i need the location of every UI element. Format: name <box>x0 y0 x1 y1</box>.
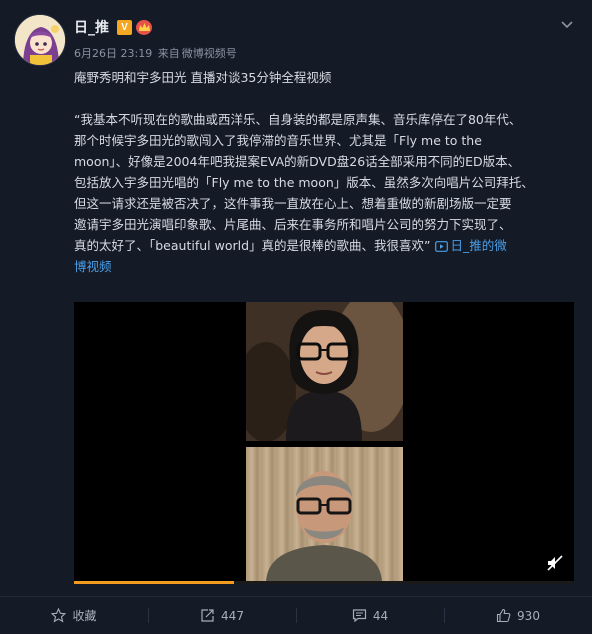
post-source[interactable]: 微博视频号 <box>182 47 237 60</box>
post-headline: 庵野秀明和宇多田光 直播对谈35分钟全程视频 <box>74 70 332 85</box>
verified-v-icon: V <box>117 19 132 35</box>
weibo-post: 日_推 V 6月26日 23:19 来自 微博视频号 庵野秀明和宇多田光 直播对谈… <box>0 0 592 634</box>
video-frame-top <box>246 302 403 441</box>
share-icon <box>201 609 214 622</box>
video-link-label[interactable]: 日_推的微 <box>451 238 507 253</box>
comment-button[interactable]: 44 <box>296 597 444 634</box>
like-button[interactable]: 930 <box>444 597 592 634</box>
comment-count: 44 <box>372 608 389 623</box>
video-link-label-continued[interactable]: 博视频 <box>74 259 112 274</box>
favorite-label: 收藏 <box>72 609 97 623</box>
quote-line-last: 真的太好了、「beautiful world」真的是很棒的歌曲、我很喜欢” 日_推… <box>74 235 574 256</box>
member-crown-icon <box>136 19 152 35</box>
video-frame-bottom <box>246 447 403 584</box>
like-count: 930 <box>517 608 540 623</box>
author-name[interactable]: 日_推 <box>74 17 109 37</box>
woman-with-glasses-image <box>246 302 403 441</box>
video-player[interactable] <box>74 302 574 584</box>
author-avatar[interactable] <box>14 14 66 66</box>
comment-icon <box>352 609 366 623</box>
thumbs-up-icon <box>496 608 511 623</box>
quote-line: “我基本不听现在的歌曲或西洋乐、自身装的都是原声集、音乐库停在了80年代、 <box>74 112 522 127</box>
quote-line: 但这一请求还是被否决了，这件事我一直放在心上、想着重做的新剧场版一定要 <box>74 196 512 211</box>
video-link-icon <box>434 241 448 252</box>
favorite-button[interactable]: 收藏 <box>0 597 148 634</box>
mute-icon[interactable] <box>546 554 564 572</box>
quote-line: moon」、好像是2004年吧我提案EVA的新DVD盘26话全部采用不同的ED版… <box>74 154 521 169</box>
quote-line-text: 真的太好了、「beautiful world」真的是很棒的歌曲、我很喜欢” <box>74 238 431 253</box>
man-with-glasses-image <box>266 471 382 584</box>
post-content: 庵野秀明和宇多田光 直播对谈35分钟全程视频 “我基本不听现在的歌曲或西洋乐、自… <box>74 67 574 277</box>
post-date[interactable]: 6月26日 23:19 <box>74 47 152 60</box>
quote-line: 那个时候宇多田光的歌闯入了我停滞的音乐世界、尤其是「Fly me to the <box>74 133 482 148</box>
star-icon <box>51 608 67 623</box>
quote-line: 邀请宇多田光演唱印象歌、片尾曲、后来在事务所和唱片公司的努力下实现了、 <box>74 217 512 232</box>
repost-count: 447 <box>221 608 244 623</box>
anime-girl-avatar-icon <box>15 15 65 65</box>
video-source-link[interactable]: 日_推的微 <box>431 238 507 253</box>
repost-button[interactable]: 447 <box>148 597 296 634</box>
chevron-down-icon[interactable] <box>560 17 574 31</box>
source-prefix: 来自 <box>157 47 180 60</box>
post-meta: 6月26日 23:19 来自 微博视频号 <box>74 45 239 61</box>
quote-line: 包括放入宇多田光唱的「Fly me to the moon」版本、虽然多次向唱片… <box>74 175 534 190</box>
video-link-continued: 博视频 <box>74 256 574 277</box>
action-bar: 收藏 447 44 930 <box>0 597 592 634</box>
video-progress-fill <box>74 581 234 584</box>
author-name-row: 日_推 V <box>74 17 152 37</box>
video-progress-bar[interactable] <box>74 581 574 584</box>
